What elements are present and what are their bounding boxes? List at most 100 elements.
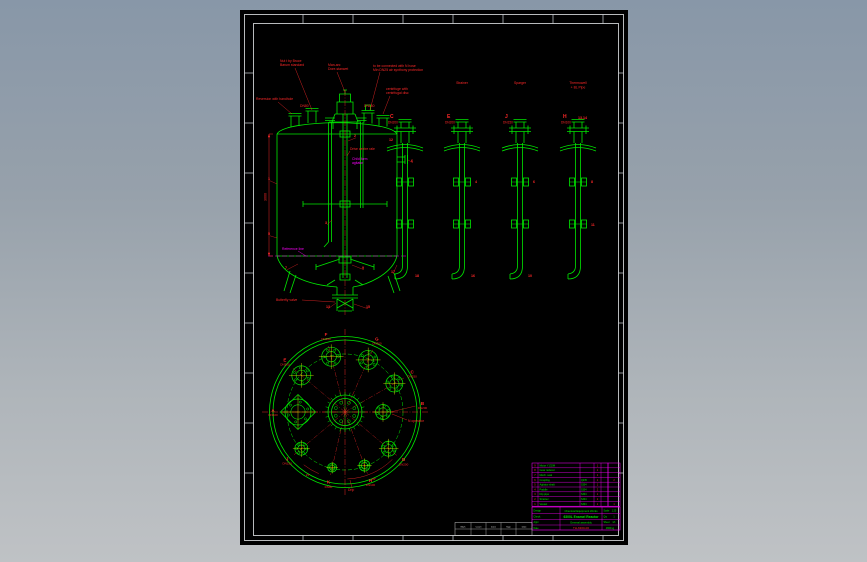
annotations-part bbox=[301, 299, 336, 303]
detail-size: DN200 bbox=[388, 121, 398, 125]
strip-label: Date bbox=[522, 525, 527, 528]
center-gear-tooth bbox=[361, 406, 365, 408]
nozzle-detail-views bbox=[386, 119, 597, 280]
bolt-hole bbox=[297, 451, 300, 455]
bolt-hole bbox=[305, 447, 308, 451]
bom-no: 3 bbox=[534, 492, 536, 496]
title-block-row-label: Date bbox=[534, 527, 540, 530]
bom-qty: 2 bbox=[597, 487, 599, 491]
annotation-text: Reversion with handhole bbox=[256, 97, 293, 101]
nozzle-radial-centerline bbox=[344, 411, 397, 456]
item-callout: 6 bbox=[533, 180, 535, 184]
detail-letter: J bbox=[505, 114, 508, 120]
bolt-hole bbox=[361, 468, 365, 471]
nozzle-center-mark bbox=[292, 440, 310, 458]
annotation-text: Drip bbox=[348, 488, 354, 492]
nozzle-detail-views-part bbox=[567, 265, 581, 280]
strip-label: Zone bbox=[491, 526, 497, 528]
annotation-text: centrifugal disc bbox=[386, 91, 409, 95]
center-gear-tooth bbox=[334, 394, 337, 398]
nozzle-detail-views-part bbox=[567, 125, 589, 134]
bolt-hole bbox=[381, 445, 385, 448]
nozzle-detail-views-part bbox=[394, 125, 416, 134]
item-callouts-part bbox=[269, 235, 278, 239]
bom-no: 6 bbox=[534, 478, 536, 482]
bom-qty: 1 bbox=[597, 492, 599, 496]
item-callout: 5 bbox=[268, 232, 270, 236]
nozzle-center-mark bbox=[357, 458, 372, 473]
item-callout: 2 bbox=[354, 134, 356, 138]
nozzle-center-mark bbox=[373, 402, 393, 422]
detail-size: DN100 bbox=[561, 121, 571, 125]
bolt-hole bbox=[326, 361, 329, 365]
bom-no: 8 bbox=[534, 468, 536, 472]
bolt-hole bbox=[302, 443, 306, 446]
bolt-hole bbox=[333, 361, 337, 365]
item-callout: 1 bbox=[268, 177, 270, 181]
center-gear-tooth bbox=[356, 423, 360, 427]
height-dimension bbox=[267, 133, 273, 257]
center-bolt-hole bbox=[352, 406, 357, 411]
bom-name: Gear reducer bbox=[540, 468, 555, 472]
nozzle-center-mark bbox=[281, 395, 315, 429]
item-callout: 8 bbox=[591, 180, 593, 184]
bom-material: S304 bbox=[581, 498, 587, 501]
bom-material: S304 bbox=[581, 503, 587, 506]
item-callouts-part bbox=[347, 137, 357, 142]
bolt-hole bbox=[360, 361, 363, 365]
item-callout: 11 bbox=[591, 223, 595, 227]
title-block-row-label: Design bbox=[534, 510, 542, 513]
annotations-part bbox=[382, 95, 391, 115]
nozzle-size: DN80 bbox=[325, 485, 333, 489]
bolt-hole bbox=[294, 447, 298, 450]
bolt-hole bbox=[397, 377, 401, 380]
bolt-hole bbox=[305, 369, 309, 373]
center-bolt-hole bbox=[334, 406, 338, 410]
detail-title: Thermowell bbox=[569, 81, 587, 85]
annotation-text: Dore-stanwet bbox=[328, 67, 348, 71]
bolt-hole bbox=[382, 450, 386, 454]
annotation-text: DN150 bbox=[364, 104, 375, 108]
nozzle-detail-views-part bbox=[400, 131, 410, 143]
annotation-text: Min DN25 air synthony protection bbox=[373, 68, 423, 72]
center-gear-tooth bbox=[330, 397, 334, 401]
drawing-sheet: A DN600 E DN300 F DN300 G DN300 C DN250 B DN200 D DN2… bbox=[240, 10, 628, 545]
revision-strip: Mark Count Zone Sign Date bbox=[454, 522, 533, 536]
bom-table: 9 Motor Y132M 1 8 Gear reducer 1 7 Mech. seal 1 6… bbox=[531, 462, 621, 507]
bolt-hole bbox=[372, 363, 376, 366]
bom-material: S304 bbox=[581, 484, 587, 487]
strip-label: Count bbox=[476, 525, 482, 528]
nozzle-detail-views-part bbox=[575, 143, 581, 266]
nozzle-detail-views-part bbox=[394, 265, 408, 280]
nozzle-detail-views-part bbox=[513, 119, 527, 128]
bolt-hole bbox=[365, 467, 369, 471]
bom-name: Agitator shaft bbox=[540, 483, 556, 487]
nozzle-detail-views-part bbox=[398, 119, 412, 128]
center-gear-tooth bbox=[325, 406, 329, 408]
bom-no: 4 bbox=[534, 487, 536, 491]
nozzle-detail-views-part bbox=[573, 131, 583, 143]
cad-viewport[interactable]: A DN600 E DN300 F DN300 G DN300 C DN250 B DN200 D DN2… bbox=[0, 0, 867, 562]
annotations-part bbox=[346, 150, 351, 157]
bolt-hole bbox=[304, 417, 307, 421]
nozzle-size: DN300 bbox=[372, 341, 382, 345]
bom-name: Vessel bbox=[540, 502, 548, 506]
item-callout: 7 bbox=[285, 266, 287, 270]
bolt-hole bbox=[360, 460, 364, 464]
annotations-part bbox=[336, 71, 346, 93]
bom-no: 1 bbox=[534, 502, 536, 506]
nozzle-detail-views-part bbox=[451, 125, 473, 134]
item-callout: 3 bbox=[325, 221, 327, 225]
bolt-hole bbox=[391, 443, 395, 447]
bolt-hole bbox=[289, 403, 292, 407]
item-callouts: 12357 913 15176121841661081113,14 bbox=[268, 116, 595, 309]
bolt-hole bbox=[294, 378, 297, 382]
item-callouts-part bbox=[269, 180, 278, 185]
center-gear-tooth bbox=[359, 401, 363, 404]
item-callout: 18 bbox=[415, 274, 419, 278]
center-bolt-hole bbox=[333, 413, 338, 418]
bom-material: S304 bbox=[581, 493, 587, 496]
center-bolt-hole bbox=[339, 400, 344, 405]
nozzle-detail-views-part bbox=[457, 131, 467, 143]
bolt-hole bbox=[306, 376, 310, 380]
